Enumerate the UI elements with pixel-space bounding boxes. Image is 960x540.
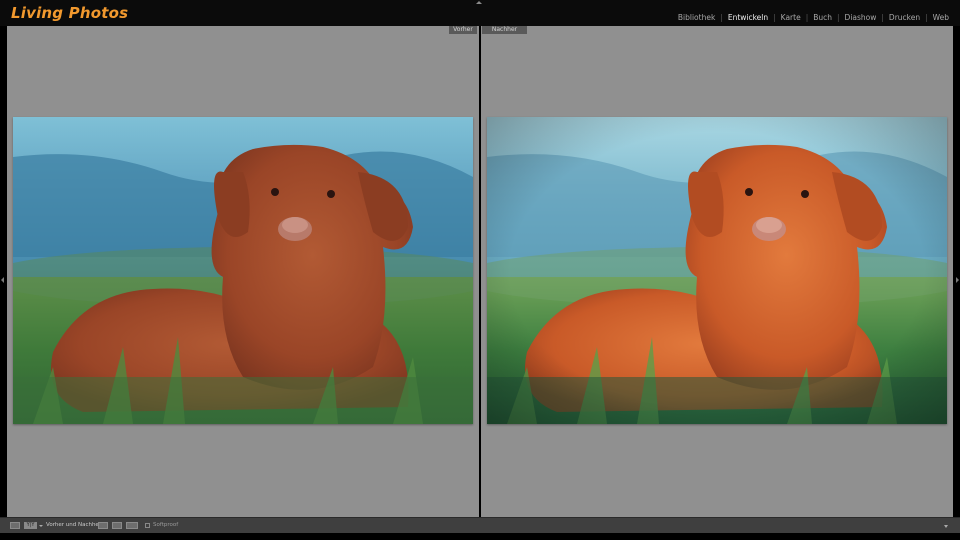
after-dog-photo-image — [487, 117, 947, 424]
view-mode-dropdown-icon[interactable] — [39, 525, 43, 527]
swap-settings-icon[interactable] — [126, 522, 138, 529]
before-dog-photo-image — [13, 117, 473, 424]
before-photo[interactable] — [13, 117, 473, 424]
app-logo: Living Photos — [11, 4, 129, 22]
module-map[interactable]: Karte — [776, 13, 806, 22]
top-panel-toggle-icon[interactable] — [476, 1, 482, 4]
softproof-label: Softproof — [153, 522, 179, 528]
after-label: Nachher — [482, 26, 527, 34]
top-bar: Living Photos Bibliothek | Entwickeln | … — [0, 0, 960, 26]
develop-toolbar: Y|Y Vorher und Nachher: Softproof — [0, 517, 960, 534]
loupe-view-icon[interactable] — [10, 522, 20, 529]
left-panel-toggle-icon[interactable] — [1, 277, 4, 283]
after-photo[interactable] — [487, 117, 947, 424]
before-after-label: Vorher und Nachher: — [46, 522, 103, 528]
module-book[interactable]: Buch — [808, 13, 837, 22]
module-library[interactable]: Bibliothek — [673, 13, 720, 22]
module-web[interactable]: Web — [928, 13, 954, 22]
before-label: Vorher — [449, 26, 477, 34]
right-panel-toggle-icon[interactable] — [956, 277, 959, 283]
softproof-checkbox[interactable] — [145, 523, 150, 528]
module-develop[interactable]: Entwickeln — [723, 13, 773, 22]
module-picker: Bibliothek | Entwickeln | Karte | Buch |… — [673, 13, 954, 22]
copy-settings-icon[interactable] — [112, 522, 122, 529]
module-print[interactable]: Drucken — [884, 13, 925, 22]
before-after-icon[interactable]: Y|Y — [24, 522, 37, 529]
swap-left-right-icon[interactable] — [98, 522, 108, 529]
bottom-bar — [0, 533, 960, 540]
module-slideshow[interactable]: Diashow — [840, 13, 882, 22]
collapse-chevron-icon[interactable] — [944, 525, 948, 528]
